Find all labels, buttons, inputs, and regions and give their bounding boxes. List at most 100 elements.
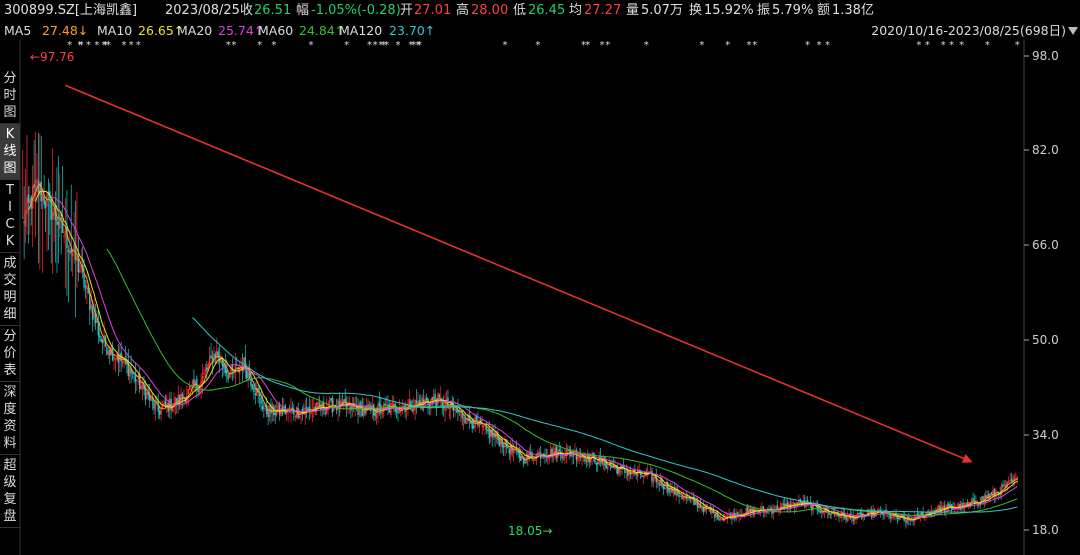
candle-body bbox=[100, 338, 102, 343]
candle-body bbox=[374, 412, 376, 417]
candle-body bbox=[605, 463, 608, 469]
tab-trade-details[interactable]: 成交明细 bbox=[0, 253, 20, 326]
low-label: 低 bbox=[513, 3, 527, 18]
price-axis: 98.0 82.0 66.0 50.0 34.0 18.0 bbox=[19, 40, 1059, 555]
quote-header: 300899.SZ[上海凯鑫] 2023/08/25 收 26.51 幅 -1.… bbox=[0, 0, 1080, 22]
candle-body bbox=[688, 497, 690, 500]
tab-char: 级 bbox=[3, 475, 17, 490]
ma120-label: MA120 bbox=[339, 23, 383, 38]
candle-body bbox=[33, 184, 35, 188]
candle-body bbox=[106, 347, 108, 355]
tab-char: K bbox=[5, 127, 15, 142]
candle-body bbox=[395, 409, 398, 413]
date-range-selector[interactable]: 2020/10/16-2023/08/25(698日) bbox=[871, 22, 1066, 40]
event-star: * bbox=[226, 40, 231, 51]
candle-body bbox=[461, 410, 463, 419]
ma-line-ma10 bbox=[35, 190, 1018, 520]
y-tick-label: 66.0 bbox=[1032, 238, 1059, 252]
candle-body bbox=[438, 394, 441, 398]
candle-body bbox=[331, 397, 334, 413]
event-star: * bbox=[367, 40, 372, 51]
candle-body bbox=[196, 378, 198, 389]
tab-char: 交 bbox=[3, 273, 17, 288]
candle-body bbox=[134, 374, 137, 382]
candles-layer bbox=[21, 131, 1019, 529]
candle-body bbox=[896, 516, 899, 520]
candle-body bbox=[933, 510, 936, 512]
event-star: * bbox=[395, 40, 400, 51]
candle-body bbox=[597, 462, 599, 464]
tab-char: 明 bbox=[3, 290, 17, 305]
close-value: 26.51 bbox=[254, 3, 292, 18]
candle-body bbox=[498, 438, 501, 446]
event-star: * bbox=[985, 40, 990, 51]
ma5-label: MA5 bbox=[4, 23, 32, 38]
tab-tick[interactable]: TICK bbox=[0, 180, 20, 253]
trend-arrow-line bbox=[65, 84, 973, 463]
candle-body bbox=[57, 222, 60, 225]
candle-body bbox=[471, 421, 473, 429]
candle-body bbox=[153, 400, 155, 409]
amplitude-label: 振 bbox=[757, 3, 771, 18]
tab-char: 资 bbox=[3, 419, 17, 434]
low-annotation: 18.05→ bbox=[508, 524, 552, 538]
ma-line-ma120 bbox=[192, 317, 1018, 513]
tab-char: 深 bbox=[3, 385, 17, 400]
tab-price-table[interactable]: 分价表 bbox=[0, 326, 20, 382]
y-tick-label: 50.0 bbox=[1032, 333, 1059, 347]
candle-body bbox=[164, 400, 167, 407]
candle-body bbox=[397, 411, 399, 413]
event-star: * bbox=[585, 40, 590, 51]
candle-body bbox=[1002, 484, 1004, 487]
candle-body bbox=[253, 387, 255, 392]
candle-body bbox=[818, 509, 820, 512]
chevron-down-icon[interactable] bbox=[1068, 27, 1078, 35]
event-star: * bbox=[384, 40, 389, 51]
tab-char: 细 bbox=[3, 307, 17, 322]
candle-body bbox=[475, 415, 478, 422]
event-star: * bbox=[503, 40, 508, 51]
candle-body bbox=[508, 448, 511, 454]
high-label: 高 bbox=[456, 3, 470, 18]
event-star: * bbox=[949, 40, 954, 51]
candle-body bbox=[627, 470, 629, 476]
candle-body bbox=[485, 426, 488, 430]
tab-kline[interactable]: K线图 bbox=[0, 124, 20, 180]
turnover-value: 15.92% bbox=[704, 3, 754, 18]
ma5-value: 27.48↓ bbox=[42, 23, 89, 38]
kline-chart[interactable]: * ** * * *** * * * * * * * * * * * *** * ** ** * * * * * * * * * * * * *… bbox=[0, 0, 1080, 555]
candle-body bbox=[210, 355, 212, 359]
candle-body bbox=[261, 405, 264, 410]
candle-body bbox=[411, 409, 413, 412]
candle-body bbox=[84, 286, 87, 288]
candle-body bbox=[905, 520, 907, 524]
change-value: -1.05%(-0.28) bbox=[311, 3, 401, 18]
candle-body bbox=[44, 200, 47, 208]
candle-body bbox=[782, 503, 784, 505]
candle-body bbox=[990, 491, 993, 495]
tab-intraday[interactable]: 分时图 bbox=[0, 68, 20, 124]
ma-lines-layer bbox=[27, 183, 1018, 521]
candle-body bbox=[99, 335, 101, 338]
candle-body bbox=[246, 367, 248, 379]
event-star: * bbox=[816, 40, 821, 51]
candle-body bbox=[170, 398, 172, 411]
candle-body bbox=[158, 410, 161, 415]
candle-body bbox=[972, 498, 974, 500]
candle-body bbox=[91, 306, 94, 320]
event-star: * bbox=[747, 40, 752, 51]
side-tab-bar: 分时图 K线图 TICK 成交明细 分价表 深度资料 超级复盘 bbox=[0, 68, 20, 528]
candle-body bbox=[718, 518, 720, 521]
tab-depth-info[interactable]: 深度资料 bbox=[0, 382, 20, 455]
event-star: * bbox=[308, 40, 313, 51]
low-value: 26.45 bbox=[528, 3, 566, 18]
event-star: * bbox=[535, 40, 540, 51]
candle-body bbox=[251, 384, 254, 389]
candle-body bbox=[517, 451, 519, 453]
ma10-label: MA10 bbox=[97, 23, 133, 38]
candle-body bbox=[27, 194, 30, 203]
candle-body bbox=[558, 449, 560, 452]
event-marks-layer: * ** * * *** * * * * * * * * * * * *** * ** ** * * * * * * * * * * * * *… bbox=[67, 40, 1019, 51]
candle-body bbox=[447, 397, 449, 409]
tab-super-replay[interactable]: 超级复盘 bbox=[0, 455, 20, 528]
